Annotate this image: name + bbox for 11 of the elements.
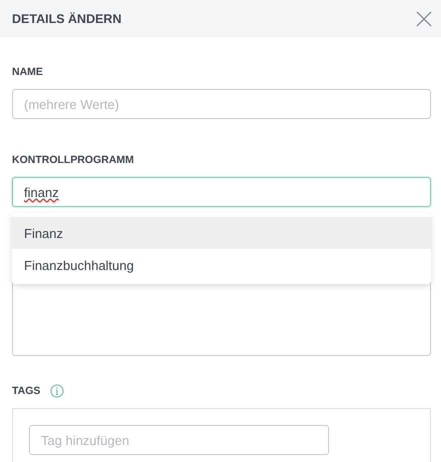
dropdown-option[interactable]: Finanzbuchhaltung <box>12 249 431 281</box>
close-icon[interactable] <box>415 10 433 28</box>
input-field[interactable]: (mehrere Werte) <box>12 89 431 119</box>
dialog-title: DETAILS ÄNDERN <box>12 12 122 26</box>
field-label: NAME <box>12 66 43 78</box>
tag-input-field[interactable]: Tag hinzufügen <box>29 425 329 455</box>
dropdown-option[interactable]: Finanz <box>12 217 431 249</box>
info-icon[interactable] <box>50 384 64 398</box>
field-label: KONTROLLPROGRAMM <box>12 154 134 166</box>
input-field[interactable]: finanz <box>12 177 431 207</box>
field-label: TAGS <box>12 385 40 397</box>
